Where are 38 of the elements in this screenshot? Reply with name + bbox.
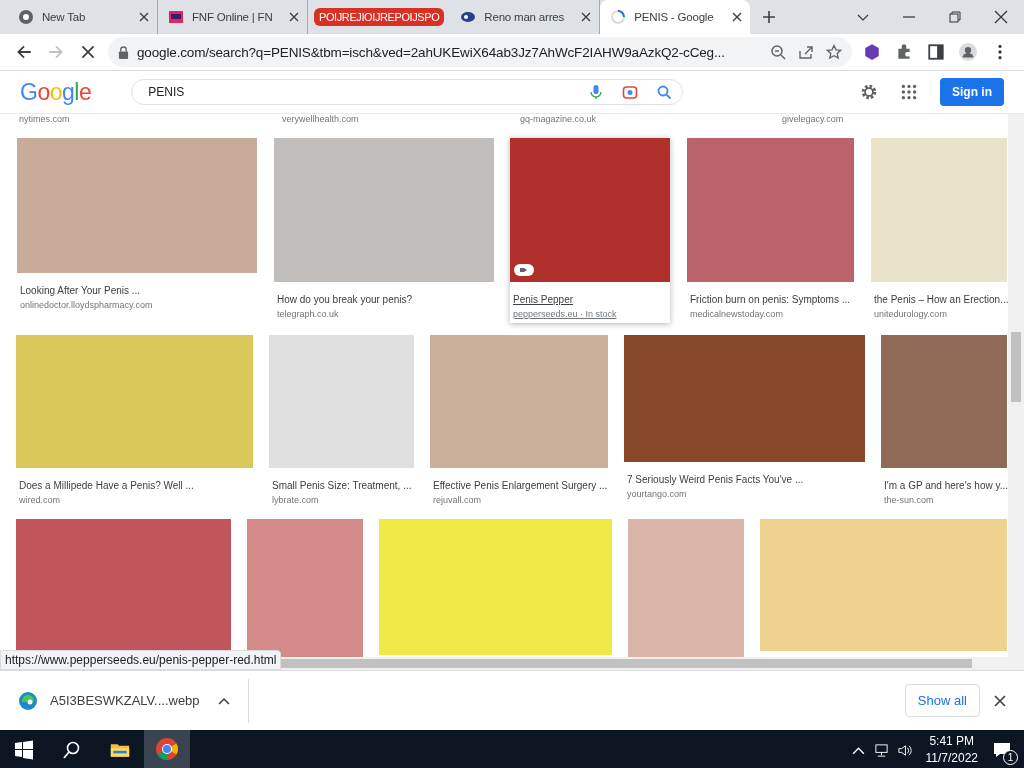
clock-time[interactable]: 5:41 PM [929, 733, 975, 750]
google-logo[interactable]: Google [20, 78, 92, 106]
result-source[interactable]: lybrate.com [272, 495, 411, 505]
result-title[interactable]: Looking After Your Penis ... [20, 285, 255, 296]
selected-result-card[interactable]: Penis Pepper pepperseeds.eu · In stock [510, 138, 670, 323]
result-title[interactable]: Effective Penis Enlargement Surgery ... [433, 480, 606, 491]
result-source: givelegacy.com [782, 114, 844, 125]
result-source[interactable]: pepperseeds.eu · In stock [513, 309, 667, 319]
result-source[interactable]: the-sun.com [884, 495, 1004, 505]
clock-date[interactable]: 11/7/2022 [925, 750, 978, 767]
tab-group-chip[interactable]: POIJREJIOIJREPOIJSPO [314, 8, 445, 26]
result-source[interactable]: wired.com [19, 495, 250, 505]
result-source[interactable]: unitedurology.com [874, 309, 1004, 319]
result-source[interactable]: rejuvall.com [433, 495, 605, 505]
show-all-button[interactable]: Show all [904, 684, 980, 717]
search-input[interactable]: PENIS [148, 85, 571, 99]
result-source[interactable]: yourtango.com [627, 489, 862, 499]
browser-tab[interactable]: FNF Online | FN [158, 0, 308, 34]
browser-tab[interactable]: PENIS - Google [600, 0, 751, 34]
sign-in-button[interactable]: Sign in [940, 78, 1004, 106]
address-bar[interactable]: google.com/search?q=PENIS&tbm=isch&ved=2ahUKEwiX64ab3Jz7AhWcF2IAHW9aAzkQ2-cCeg... [108, 37, 852, 67]
result-source[interactable]: onlinedoctor.lloydspharmacy.com [20, 300, 254, 310]
result-source[interactable]: medicalnewstoday.com [690, 309, 851, 319]
result-title[interactable]: How do you break your penis? [277, 294, 492, 305]
notification-count: 1 [1003, 750, 1018, 765]
result-source[interactable]: telegraph.co.uk [277, 309, 491, 319]
result-title[interactable]: 7 Seriously Weird Penis Facts You've ... [627, 474, 863, 485]
result-source: gq-magazine.co.uk [520, 114, 597, 125]
result-title[interactable]: Friction burn on penis: Symptoms ... [690, 294, 852, 305]
result-title[interactable]: Does a Millipede Have a Penis? Well ... [19, 480, 251, 491]
download-filename[interactable]: A5I3BESWKZALV....webp [50, 693, 200, 708]
result-title[interactable]: I'm a GP and here's how y... [884, 480, 1005, 491]
result-source: nytimes.com [19, 114, 70, 125]
result-source: verywellhealth.com [282, 114, 359, 125]
result-title[interactable]: Penis Pepper [513, 294, 668, 305]
status-url-tooltip: https://www.pepperseeds.eu/penis-pepper-red.html [0, 650, 282, 670]
browser-tab[interactable]: New Tab [8, 0, 158, 34]
result-title[interactable]: Small Penis Size: Treatment, ... [272, 480, 412, 491]
